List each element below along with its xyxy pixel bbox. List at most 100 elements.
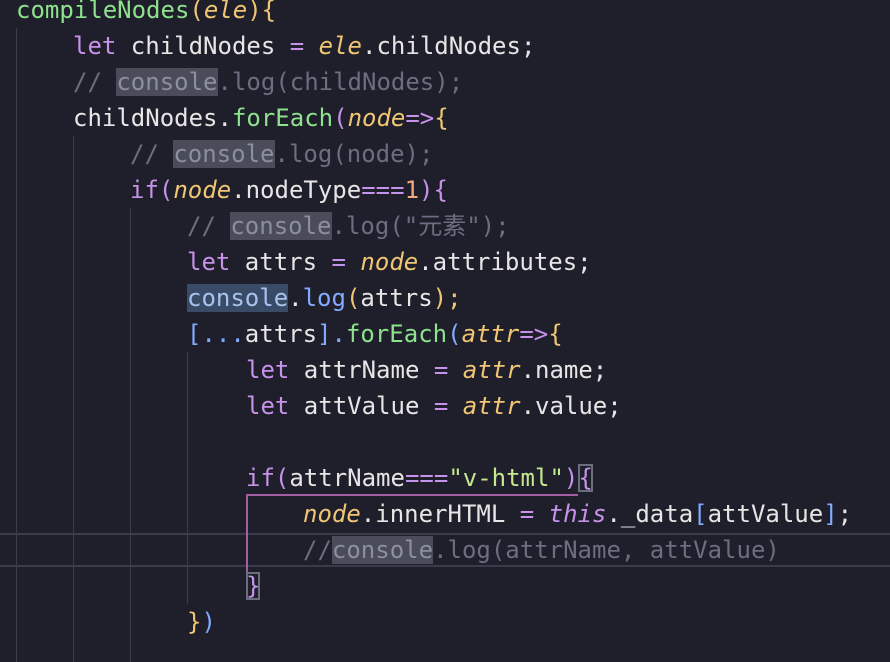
token-arrow: => <box>519 320 549 348</box>
code-line-11[interactable]: let attrName = attr.name; <box>246 352 607 388</box>
token-paren: ( <box>447 320 462 348</box>
token-brace-matched: } <box>246 572 261 600</box>
token-brace-matched: { <box>578 464 593 492</box>
token-keyword: let <box>246 356 290 384</box>
token-paren: ( <box>158 176 174 204</box>
token-property: .attributes; <box>418 248 592 276</box>
code-line-8[interactable]: let attrs = node.attributes; <box>187 244 592 280</box>
token-operator: === <box>361 176 405 204</box>
code-line-14[interactable]: if(attrName==="v-html"){ <box>246 460 593 496</box>
token-keyword: if <box>246 464 275 492</box>
token-paren: ) <box>563 464 579 492</box>
token-string: "v-html" <box>448 464 564 492</box>
token-comment: // <box>73 68 117 96</box>
code-line-17[interactable]: } <box>246 568 261 604</box>
code-editor[interactable]: compileNodes(ele){ let childNodes = ele.… <box>0 0 890 662</box>
token-param: node <box>173 176 232 204</box>
token-keyword: let <box>246 392 290 420</box>
token-param: node <box>303 500 361 528</box>
token-operator: = <box>519 500 535 528</box>
token-comment: // <box>303 536 332 564</box>
token-identifier: childNodes <box>116 32 290 60</box>
token-function: log <box>302 284 346 312</box>
token-brace: { <box>433 176 448 204</box>
token-comment: .log("元素"); <box>331 212 510 240</box>
code-line-7[interactable]: // console.log("元素"); <box>187 208 510 244</box>
code-line-10[interactable]: [...attrs].forEach(attr=>{ <box>187 316 563 352</box>
token-function: compileNodes <box>16 0 190 24</box>
token-console-highlight: console <box>116 68 218 96</box>
code-line-9[interactable]: console.log(attrs); <box>187 280 462 316</box>
token-console-highlight: console <box>331 536 434 564</box>
token-bracket: ]. <box>317 320 346 348</box>
token-property: .innerHTML <box>360 500 520 528</box>
token-identifier: attValue <box>707 500 824 528</box>
token-operator: === <box>404 464 449 492</box>
code-line-16[interactable]: //console.log(attrName, attValue) <box>303 532 780 568</box>
token-identifier: attrs <box>230 248 332 276</box>
token-keyword: let <box>73 32 117 60</box>
code-line-4[interactable]: childNodes.forEach(node=>{ <box>73 100 449 136</box>
indent-guide <box>130 208 131 662</box>
token-paren: ) <box>419 176 434 204</box>
token-punctuation: ; <box>837 500 853 528</box>
token-comment: .log(attrName, attValue) <box>433 536 780 564</box>
token-function: forEach <box>231 104 334 132</box>
token-paren: ( <box>189 0 204 24</box>
token-console-highlight: console <box>173 140 275 168</box>
token-paren: ( <box>333 104 348 132</box>
token-comment: // <box>130 140 174 168</box>
token-param: node <box>360 248 419 276</box>
token-bracket: [... <box>187 320 245 348</box>
token-keyword: let <box>187 248 231 276</box>
token-bracket: ] <box>823 500 838 528</box>
token-identifier: attValue <box>289 392 434 420</box>
token-operator: = <box>331 248 346 276</box>
token-punctuation: . <box>288 284 303 312</box>
code-line-3[interactable]: // console.log(childNodes); <box>73 64 463 100</box>
token-number: 1 <box>404 176 420 204</box>
code-line-12[interactable]: let attValue = attr.value; <box>246 388 622 424</box>
token-param: ele <box>203 0 248 24</box>
token-operator: = <box>433 356 449 384</box>
token-brace: } <box>187 608 202 636</box>
token-brace: { <box>261 0 277 24</box>
token-paren: ( <box>274 464 290 492</box>
token-property: .childNodes; <box>362 32 536 60</box>
code-line-15[interactable]: node.innerHTML = this._data[attValue]; <box>303 496 852 532</box>
code-line-2[interactable]: let childNodes = ele.childNodes; <box>73 28 535 64</box>
code-line-5[interactable]: // console.log(node); <box>130 136 433 172</box>
token-param: ele <box>318 32 363 60</box>
token-operator: = <box>433 392 449 420</box>
indent-guide <box>73 136 74 662</box>
token-operator: = <box>289 32 305 60</box>
token-paren: ) <box>247 0 262 24</box>
token-comment: .log(node); <box>274 140 434 168</box>
code-line-18[interactable]: }) <box>187 604 216 640</box>
token-comment: // <box>187 212 231 240</box>
token-property: .value; <box>520 392 622 420</box>
token-arrow: => <box>405 104 435 132</box>
token-brace: { <box>548 320 563 348</box>
token-identifier: attrs <box>360 284 433 312</box>
token-brace: { <box>434 104 449 132</box>
token-console-selected: console <box>187 284 289 312</box>
code-line-1[interactable]: compileNodes(ele){ <box>16 0 276 28</box>
token-param: attr <box>462 392 521 420</box>
token-console-highlight: console <box>230 212 332 240</box>
token-keyword: if <box>130 176 159 204</box>
token-param: attr <box>462 356 521 384</box>
token-param: attr <box>461 320 520 348</box>
token-property: ._data <box>606 500 694 528</box>
token-bracket: [ <box>693 500 708 528</box>
token-identifier: attrs <box>244 320 318 348</box>
token-identifier: attrName <box>289 464 405 492</box>
token-paren: ); <box>432 284 462 312</box>
token-paren: ( <box>345 284 361 312</box>
code-line-6[interactable]: if(node.nodeType===1){ <box>130 172 448 208</box>
token-identifier: attrName <box>289 356 434 384</box>
